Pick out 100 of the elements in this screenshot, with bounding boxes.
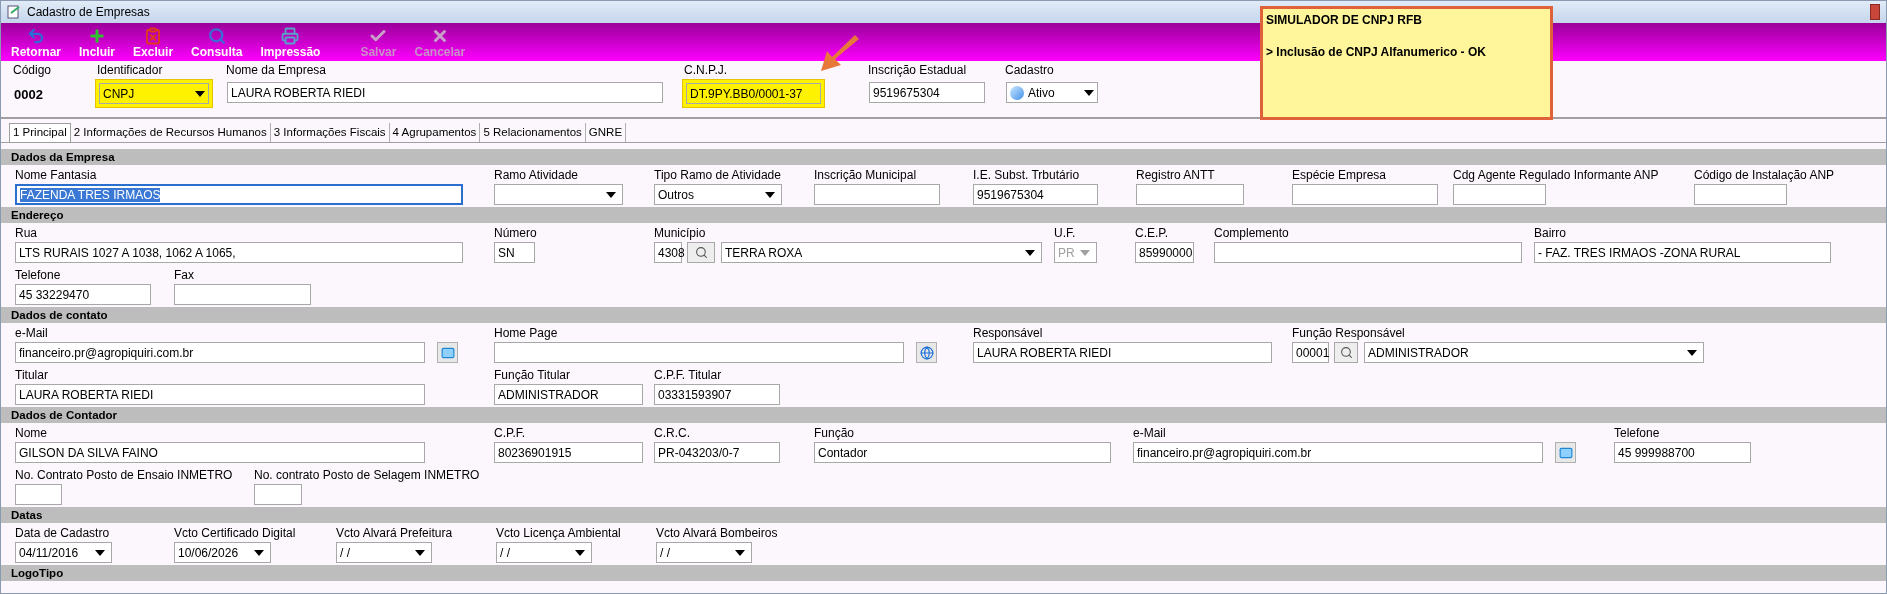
field-label: Nome (15, 426, 47, 442)
text-field[interactable]: - FAZ. TRES IRMAOS -ZONA RURAL (1534, 242, 1831, 263)
toolbar-button[interactable]: Consulta (189, 27, 245, 59)
text-field[interactable]: 85990000 (1135, 242, 1194, 263)
tab[interactable]: 5 Relacionamentos (480, 123, 586, 142)
text-field[interactable]: financeiro.pr@agropiquiri.com.br (15, 342, 425, 363)
text-field[interactable]: DT.9PY.BB0/0001-37 (686, 83, 821, 104)
field-label: e-Mail (15, 326, 48, 342)
tab[interactable]: 3 Informações Fiscais (270, 123, 390, 142)
text-field[interactable] (174, 284, 311, 305)
caret-icon (1084, 89, 1094, 96)
field-label: Vcto Licença Ambiental (496, 526, 621, 542)
field-label: Telefone (15, 268, 61, 284)
date-picker[interactable]: 04/11/2016 (15, 542, 112, 563)
text-field[interactable]: 03331593907 (654, 384, 780, 405)
field-label: Função (814, 426, 855, 442)
dropdown[interactable] (494, 184, 623, 205)
note-text: > Inclusão de CNPJ Alfanumerico - OK (1266, 44, 1487, 61)
field-label: e-Mail (1133, 426, 1166, 442)
field-label: Complemento (1214, 226, 1289, 242)
field-label: Registro ANTT (1136, 168, 1215, 184)
return-icon (27, 27, 45, 45)
dropdown[interactable]: Outros (654, 184, 782, 205)
date-picker[interactable]: / / (336, 542, 432, 563)
tab[interactable]: 4 Agrupamentos (389, 123, 481, 142)
text-field[interactable]: PR-043203/0-7 (654, 442, 780, 463)
text-field[interactable]: 00001 (1292, 342, 1329, 363)
text-field[interactable] (1694, 184, 1787, 205)
field-label: Cadastro (1005, 63, 1054, 79)
dropdown[interactable]: ADMINISTRADOR (1364, 342, 1704, 363)
toolbar-button[interactable]: Retornar (9, 27, 63, 59)
text-field[interactable] (494, 342, 904, 363)
field-label: Vcto Alvará Bombeiros (656, 526, 778, 542)
text-field[interactable]: 45 999988700 (1614, 442, 1751, 463)
toolbar-button[interactable]: Impressão (258, 27, 323, 59)
field-label: Número (494, 226, 537, 242)
dropdown[interactable]: Ativo (1006, 82, 1098, 103)
text-field[interactable]: LTS RURAIS 1027 A 1038, 1062 A 1065, (15, 242, 463, 263)
field-label: Código (13, 63, 52, 79)
form-icon (7, 5, 21, 19)
toolbar-button[interactable]: Excluir (131, 27, 176, 59)
field-label: C.R.C. (654, 426, 690, 442)
text-field[interactable]: LAURA ROBERTA RIEDI (227, 82, 663, 103)
caret-icon (415, 549, 425, 556)
toolbar-button[interactable]: Incluir (77, 27, 118, 59)
text-field[interactable] (1214, 242, 1522, 263)
search-button[interactable] (687, 242, 715, 263)
text-field[interactable]: financeiro.pr@agropiquiri.com.br (1133, 442, 1543, 463)
text-field[interactable]: 80236901915 (494, 442, 643, 463)
field-label: Função Responsável (1292, 326, 1405, 342)
email-button[interactable] (1555, 442, 1576, 463)
text-field[interactable] (1453, 184, 1546, 205)
text-field[interactable]: 45 33229470 (15, 284, 151, 305)
text-field[interactable]: FAZENDA TRES IRMAOS (15, 184, 463, 205)
text-field[interactable]: GILSON DA SILVA FAINO (15, 442, 425, 463)
field-label: Função Titular (494, 368, 571, 384)
note-title: SIMULADOR DE CNPJ RFB (1266, 12, 1423, 29)
caret-icon (765, 191, 775, 198)
email-button[interactable] (437, 342, 458, 363)
text-field[interactable] (1292, 184, 1438, 205)
text-field[interactable]: SN (494, 242, 535, 263)
section-header: Endereço (1, 207, 1886, 223)
text-field[interactable]: 4308 (654, 242, 682, 263)
text-field[interactable]: LAURA ROBERTA RIEDI (973, 342, 1272, 363)
text-field[interactable] (15, 484, 62, 505)
caret-icon (1080, 249, 1090, 256)
field-label: Código de Instalação ANP (1694, 168, 1835, 184)
caret-icon (1687, 349, 1697, 356)
tab[interactable]: GNRE (585, 123, 627, 142)
field-label: Ramo Atividade (494, 168, 579, 184)
dropdown[interactable]: CNPJ (99, 83, 209, 104)
date-picker[interactable]: / / (496, 542, 592, 563)
text-field[interactable] (1136, 184, 1244, 205)
tab[interactable]: 1 Principal (9, 123, 71, 142)
web-button[interactable] (916, 342, 937, 363)
date-picker[interactable]: / / (656, 542, 752, 563)
printer-icon (281, 27, 300, 45)
text-field[interactable] (254, 484, 302, 505)
caret-icon (606, 191, 616, 198)
search-button[interactable] (1334, 342, 1358, 363)
field-label: C.E.P. (1135, 226, 1169, 242)
field-label: No. contrato Posto de Selagem INMETRO (254, 468, 480, 484)
search-icon (694, 246, 708, 259)
text-field[interactable]: ADMINISTRADOR (494, 384, 643, 405)
text-field[interactable]: Contador (814, 442, 1111, 463)
field-label: Responsável (973, 326, 1043, 342)
text-field[interactable]: LAURA ROBERTA RIEDI (15, 384, 425, 405)
tab[interactable]: 2 Informações de Recursos Humanos (70, 123, 271, 142)
text-field[interactable]: 9519675304 (973, 184, 1098, 205)
close-button[interactable] (1870, 4, 1880, 20)
dropdown[interactable]: TERRA ROXA (721, 242, 1042, 263)
field-label: Município (654, 226, 706, 242)
text-field[interactable] (814, 184, 940, 205)
text-field[interactable]: 9519675304 (869, 82, 985, 103)
section-header: Dados de Contador (1, 407, 1886, 423)
date-picker[interactable]: 10/06/2026 (174, 542, 271, 563)
field-label: C.N.P.J. (684, 63, 728, 79)
section-header: Datas (1, 507, 1886, 523)
field-label: Tipo Ramo de Atividade (654, 168, 781, 184)
caret-icon (195, 90, 205, 97)
